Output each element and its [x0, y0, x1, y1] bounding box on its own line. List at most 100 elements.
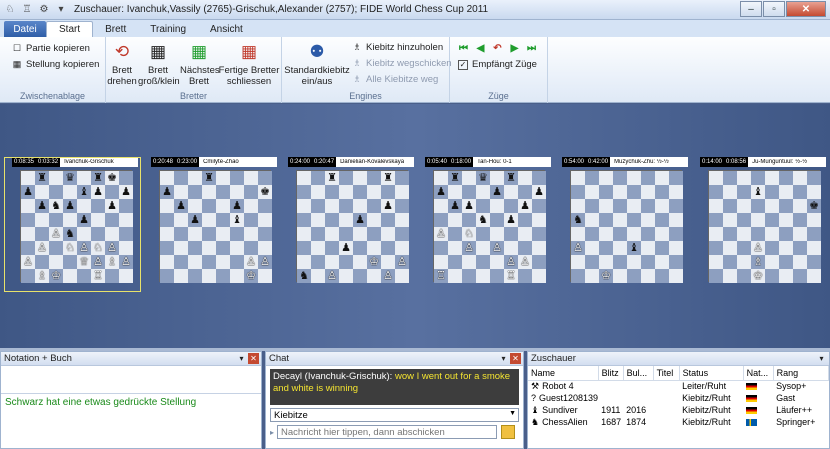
board-square[interactable]: ♛ [476, 171, 490, 185]
board-square[interactable] [709, 241, 723, 255]
chess-board[interactable]: ♞ ♙ ♝ ♔ [570, 170, 683, 283]
board-square[interactable] [655, 255, 669, 269]
column-header-name[interactable]: Name [528, 366, 599, 381]
board-square[interactable] [779, 255, 793, 269]
board-square[interactable] [353, 185, 367, 199]
board-square[interactable] [490, 213, 504, 227]
board-square[interactable] [655, 171, 669, 185]
board-square[interactable] [381, 255, 395, 269]
board-square[interactable] [381, 241, 395, 255]
dropdown-icon[interactable]: ▾ [54, 3, 68, 17]
board-square[interactable] [297, 227, 311, 241]
board-square[interactable] [160, 269, 174, 283]
board-square[interactable] [244, 185, 258, 199]
board-square[interactable] [258, 269, 272, 283]
board-square[interactable] [476, 227, 490, 241]
board-square[interactable] [532, 241, 546, 255]
board-square[interactable] [202, 199, 216, 213]
board-square[interactable]: ♟ [448, 199, 462, 213]
board-square[interactable] [174, 185, 188, 199]
board-square[interactable] [751, 171, 765, 185]
board-square[interactable] [793, 171, 807, 185]
board-square[interactable] [244, 241, 258, 255]
board-square[interactable] [518, 213, 532, 227]
board-square[interactable]: ♜ [202, 171, 216, 185]
remove-all-kibitzers-button[interactable]: ♗ Alle Kiebitze weg [352, 74, 438, 85]
board-square[interactable] [613, 171, 627, 185]
column-header-rank[interactable]: Rang [773, 366, 830, 381]
board-square[interactable] [655, 227, 669, 241]
board-square[interactable] [258, 227, 272, 241]
board-square[interactable] [188, 227, 202, 241]
board-square[interactable] [325, 185, 339, 199]
board-square[interactable] [216, 213, 230, 227]
tab-datei[interactable]: Datei [4, 21, 46, 37]
board-square[interactable] [793, 213, 807, 227]
board-square[interactable]: ♞ [297, 269, 311, 283]
board-square[interactable] [793, 199, 807, 213]
board-square[interactable] [160, 241, 174, 255]
board-square[interactable] [504, 199, 518, 213]
board-square[interactable] [216, 241, 230, 255]
board-square[interactable] [723, 227, 737, 241]
board-square[interactable] [339, 255, 353, 269]
board-square[interactable] [367, 199, 381, 213]
board-square[interactable] [462, 213, 476, 227]
board-square[interactable]: ♝ [230, 213, 244, 227]
chat-log[interactable]: Decayl (Ivanchuk-Grischuk): wow I went o… [270, 369, 519, 405]
board-square[interactable]: ♙ [325, 269, 339, 283]
board-square[interactable] [585, 171, 599, 185]
board-square[interactable] [641, 241, 655, 255]
board-square[interactable] [395, 199, 409, 213]
board-square[interactable] [599, 171, 613, 185]
board-square[interactable]: ♜ [381, 171, 395, 185]
column-header-status[interactable]: Status [679, 366, 744, 381]
board-square[interactable] [339, 171, 353, 185]
board-square[interactable] [613, 213, 627, 227]
board-square[interactable] [751, 199, 765, 213]
board-square[interactable] [723, 241, 737, 255]
board-square[interactable] [669, 213, 683, 227]
board-square[interactable] [641, 213, 655, 227]
board-square[interactable] [571, 269, 585, 283]
board-square[interactable] [244, 227, 258, 241]
board-square[interactable] [737, 185, 751, 199]
board-square[interactable] [504, 227, 518, 241]
board-square[interactable] [395, 213, 409, 227]
board-square[interactable] [532, 213, 546, 227]
board-square[interactable] [765, 199, 779, 213]
board-square[interactable] [599, 255, 613, 269]
board-square[interactable] [571, 199, 585, 213]
board-square[interactable] [325, 213, 339, 227]
board-square[interactable] [723, 171, 737, 185]
panel-menu-icon[interactable]: ▾ [498, 353, 509, 364]
channel-select[interactable]: Kiebitze ▼ [270, 408, 519, 422]
board-square[interactable]: ♜ [504, 171, 518, 185]
board-square[interactable] [448, 255, 462, 269]
board-square[interactable] [641, 269, 655, 283]
board-square[interactable]: ♟ [353, 213, 367, 227]
board-square[interactable] [462, 171, 476, 185]
take-back-icon[interactable]: ↶ [490, 42, 505, 55]
chess-board[interactable]: ♝ ♚ ♙ ♗ ♔ [708, 170, 821, 283]
board-square[interactable] [709, 255, 723, 269]
board-square[interactable] [571, 227, 585, 241]
board-square[interactable] [448, 241, 462, 255]
column-header-bullet[interactable]: Bul... [623, 366, 654, 381]
board-square[interactable]: ♔ [244, 269, 258, 283]
board-square[interactable] [765, 171, 779, 185]
column-header-nation[interactable]: Nat... [743, 366, 774, 381]
resize-board-button[interactable]: ▦ Brett groß/klein [138, 40, 180, 88]
board-square[interactable] [793, 255, 807, 269]
board-square[interactable]: ♟ [381, 199, 395, 213]
board-square[interactable]: ♖ [504, 269, 518, 283]
board-square[interactable] [353, 227, 367, 241]
board-square[interactable]: ♙ [381, 269, 395, 283]
board-square[interactable] [532, 199, 546, 213]
board-square[interactable]: ♝ [627, 241, 641, 255]
close-button[interactable]: ✕ [786, 1, 826, 17]
board-square[interactable] [709, 171, 723, 185]
board-square[interactable] [381, 213, 395, 227]
board-square[interactable] [325, 199, 339, 213]
board-square[interactable] [641, 255, 655, 269]
